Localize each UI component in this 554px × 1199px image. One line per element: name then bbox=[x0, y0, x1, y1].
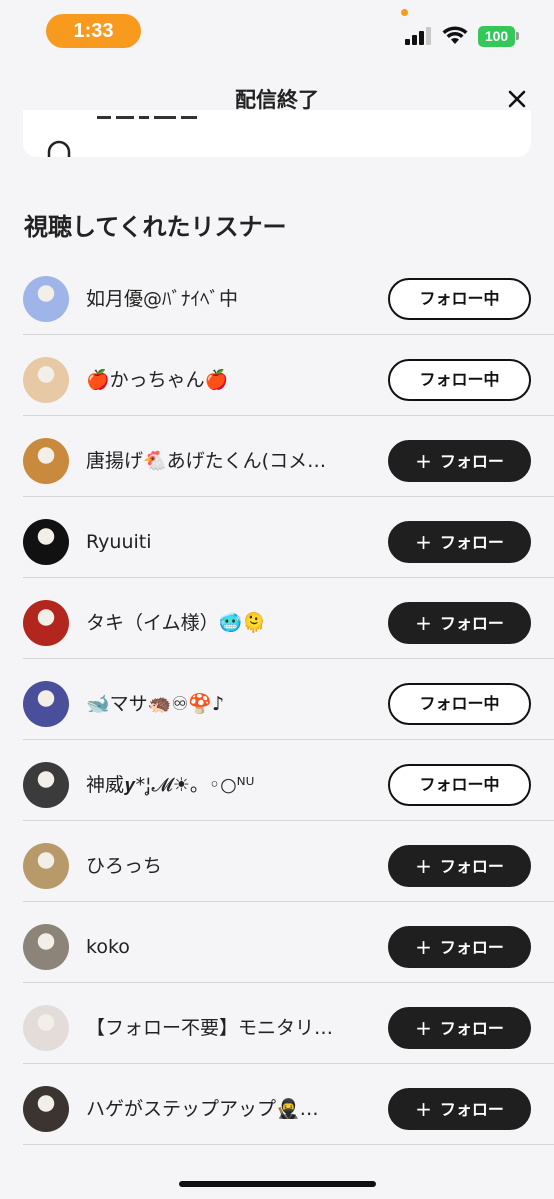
follow-button[interactable]: + フォロー bbox=[388, 440, 531, 482]
follow-label: フォロー bbox=[439, 857, 504, 876]
avatar[interactable] bbox=[23, 438, 69, 484]
plus-icon: + bbox=[415, 449, 432, 473]
avatar[interactable] bbox=[23, 1086, 69, 1132]
listener-name: koko bbox=[86, 936, 130, 958]
listener-row[interactable]: 唐揚げ🐔あげたくん(コメ… + フォロー bbox=[0, 416, 554, 497]
follow-button[interactable]: + フォロー bbox=[388, 1007, 531, 1049]
follow-label: フォロー bbox=[439, 1100, 504, 1119]
following-label: フォロー中 bbox=[419, 775, 500, 794]
listener-row[interactable]: 【フォロー不要】モニタリ… + フォロー bbox=[0, 983, 554, 1064]
listener-name: ひろっち bbox=[86, 855, 163, 877]
avatar[interactable] bbox=[23, 924, 69, 970]
listener-name: タキ（イム様）🥶🫠 bbox=[86, 612, 266, 634]
following-label: フォロー中 bbox=[419, 289, 500, 308]
plus-icon: + bbox=[415, 854, 432, 878]
follow-button[interactable]: + フォロー bbox=[388, 602, 531, 644]
privacy-indicator-dot bbox=[401, 9, 408, 16]
person-icon bbox=[47, 140, 71, 157]
home-indicator[interactable] bbox=[179, 1181, 376, 1187]
following-button[interactable]: フォロー中 bbox=[388, 764, 531, 806]
listener-row[interactable]: koko + フォロー bbox=[0, 902, 554, 983]
listener-row[interactable]: 🍎かっちゃん🍎 フォロー中 bbox=[0, 335, 554, 416]
avatar[interactable] bbox=[23, 681, 69, 727]
listener-name: ハゲがステップアップ🥷… bbox=[86, 1098, 319, 1120]
following-label: フォロー中 bbox=[419, 370, 500, 389]
battery-icon: 100 bbox=[478, 26, 515, 47]
avatar[interactable] bbox=[23, 276, 69, 322]
wifi-icon bbox=[442, 26, 468, 44]
follow-button[interactable]: + フォロー bbox=[388, 845, 531, 887]
avatar[interactable] bbox=[23, 762, 69, 808]
section-title: 視聴してくれたリスナー bbox=[24, 213, 287, 241]
avatar[interactable] bbox=[23, 1005, 69, 1051]
plus-icon: + bbox=[415, 1016, 432, 1040]
listener-row[interactable]: 如月優@ﾊﾞﾅｲﾍﾞ中 フォロー中 bbox=[0, 254, 554, 335]
status-time: 1:33 bbox=[46, 14, 141, 48]
listener-name: Ryuuiti bbox=[86, 531, 152, 553]
following-button[interactable]: フォロー中 bbox=[388, 359, 531, 401]
listener-name: 🍎かっちゃん🍎 bbox=[86, 369, 229, 391]
listener-row[interactable]: ハゲがステップアップ🥷… + フォロー bbox=[0, 1064, 554, 1145]
listener-name: 神威𝒚*¦̥𝓜☀︎。◦○ᴺᵁ bbox=[86, 774, 255, 796]
listener-name: 🐋マサ🦔♾🍄♪ bbox=[86, 693, 225, 715]
battery-tip bbox=[516, 32, 519, 40]
listener-list: 如月優@ﾊﾞﾅｲﾍﾞ中 フォロー中 🍎かっちゃん🍎 フォロー中 唐揚げ🐔あげたくん(コメ… bbox=[0, 254, 554, 1145]
follow-label: フォロー bbox=[439, 938, 504, 957]
follow-label: フォロー bbox=[439, 533, 504, 552]
plus-icon: + bbox=[415, 1097, 432, 1121]
screen: 1:33 100 配信終了 視聴してくれたリスナー 如月優@ﾊﾞﾅｲﾍﾞ中 フォ… bbox=[0, 0, 554, 1199]
following-button[interactable]: フォロー中 bbox=[388, 683, 531, 725]
following-label: フォロー中 bbox=[419, 694, 500, 713]
avatar[interactable] bbox=[23, 519, 69, 565]
summary-card bbox=[23, 110, 531, 157]
follow-button[interactable]: + フォロー bbox=[388, 926, 531, 968]
cellular-signal-icon bbox=[405, 27, 433, 45]
plus-icon: + bbox=[415, 611, 432, 635]
listener-name: 唐揚げ🐔あげたくん(コメ… bbox=[86, 450, 327, 472]
listener-row[interactable]: タキ（イム様）🥶🫠 + フォロー bbox=[0, 578, 554, 659]
follow-button[interactable]: + フォロー bbox=[388, 1088, 531, 1130]
listener-row[interactable]: 🐋マサ🦔♾🍄♪ フォロー中 bbox=[0, 659, 554, 740]
avatar[interactable] bbox=[23, 600, 69, 646]
listener-name: 如月優@ﾊﾞﾅｲﾍﾞ中 bbox=[86, 288, 239, 310]
listener-row[interactable]: 神威𝒚*¦̥𝓜☀︎。◦○ᴺᵁ フォロー中 bbox=[0, 740, 554, 821]
following-button[interactable]: フォロー中 bbox=[388, 278, 531, 320]
status-bar: 1:33 100 bbox=[0, 0, 554, 62]
clipped-stat-text bbox=[97, 116, 227, 126]
avatar[interactable] bbox=[23, 843, 69, 889]
plus-icon: + bbox=[415, 530, 432, 554]
follow-label: フォロー bbox=[439, 452, 504, 471]
follow-label: フォロー bbox=[439, 1019, 504, 1038]
follow-label: フォロー bbox=[439, 614, 504, 633]
plus-icon: + bbox=[415, 935, 432, 959]
follow-button[interactable]: + フォロー bbox=[388, 521, 531, 563]
avatar[interactable] bbox=[23, 357, 69, 403]
listener-row[interactable]: Ryuuiti + フォロー bbox=[0, 497, 554, 578]
listener-row[interactable]: ひろっち + フォロー bbox=[0, 821, 554, 902]
listener-name: 【フォロー不要】モニタリ… bbox=[86, 1017, 334, 1039]
